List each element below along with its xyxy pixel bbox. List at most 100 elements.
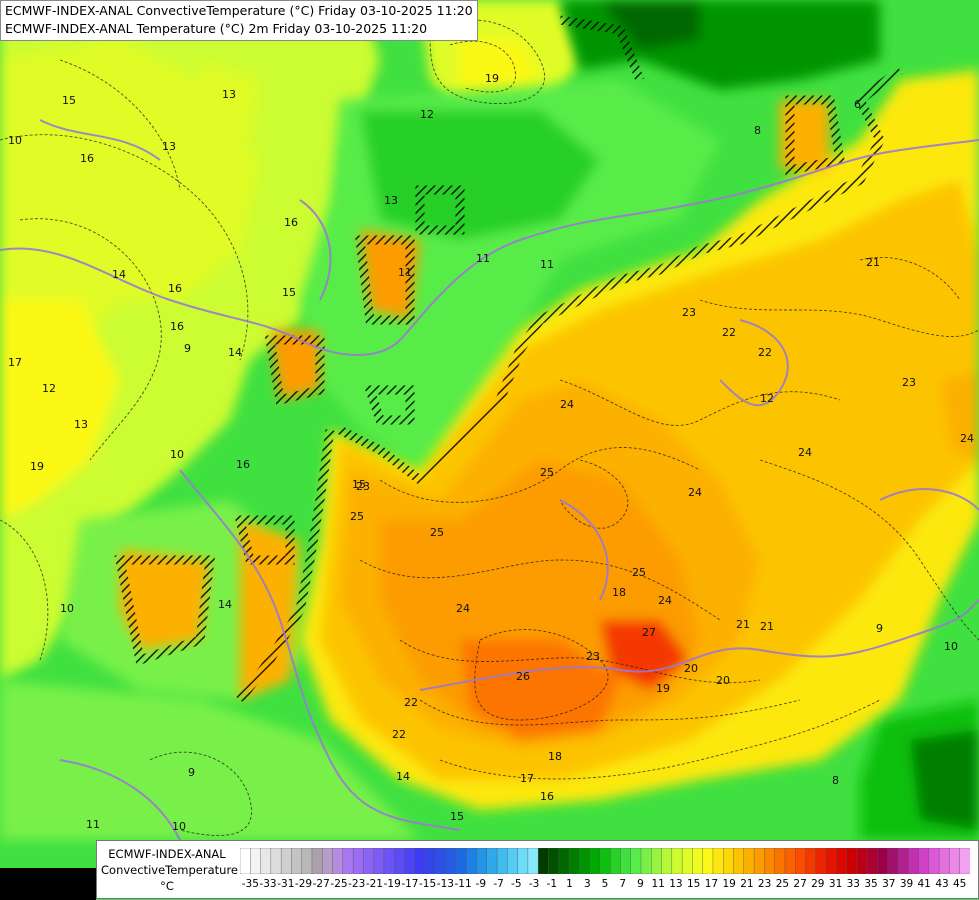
legend-swatch [373, 848, 385, 874]
legend-tick-label: -31 [277, 878, 295, 890]
legend-swatch [291, 848, 303, 874]
legend-tick-label: 43 [935, 878, 949, 890]
contour-label: 22 [392, 728, 406, 741]
contour-label: 13 [384, 194, 398, 207]
contour-label: 9 [876, 622, 883, 635]
legend-tick-label: -25 [330, 878, 348, 890]
contour-label: 8 [754, 124, 761, 137]
legend-swatch [548, 848, 560, 874]
legend-swatch [455, 848, 467, 874]
contour-label: 25 [430, 526, 444, 539]
contour-label: 10 [944, 640, 958, 653]
legend-tick-label: 3 [583, 878, 591, 890]
legend-swatch [743, 848, 755, 874]
legend-swatch [486, 848, 498, 874]
legend-tick-label: -27 [312, 878, 330, 890]
legend-tick-label: -11 [454, 878, 472, 890]
legend-swatch [938, 848, 951, 874]
contour-label: 24 [456, 602, 470, 615]
legend-swatch [764, 848, 776, 874]
contour-label: 20 [684, 662, 698, 675]
legend-swatch [363, 848, 375, 874]
contour-label: 15 [450, 810, 464, 823]
legend-swatch [795, 848, 807, 874]
legend-swatch [692, 848, 704, 874]
legend-tick-label: -33 [259, 878, 277, 890]
contour-label: 21 [760, 620, 774, 633]
contour-label: 21 [866, 256, 880, 269]
legend-tick-label: 9 [637, 878, 644, 890]
legend-swatch [589, 848, 601, 874]
legend-swatch [949, 848, 961, 874]
legend-tick-label: 37 [882, 878, 896, 890]
contour-label: 17 [8, 356, 22, 369]
legend-swatch [322, 848, 334, 874]
convective-temperature-map[interactable]: 19 13 15 16 14 12 11 16 15 13 14 16 17 1… [0, 0, 979, 900]
contour-label: 16 [540, 790, 554, 803]
legend-tick-label: -19 [383, 878, 401, 890]
legend-swatch [250, 848, 262, 874]
legend-swatch [311, 848, 323, 874]
legend-swatch [465, 848, 478, 874]
contour-label: 22 [758, 346, 772, 359]
contour-label: 10 [8, 134, 22, 147]
legend-swatch [815, 848, 827, 874]
legend-swatch [908, 848, 920, 874]
title-convective-temperature: ECMWF-INDEX-ANAL ConvectiveTemperature (… [5, 3, 473, 18]
legend-swatch [681, 848, 694, 874]
legend-title: ECMWF-INDEX-ANAL ConvectiveTemperature °… [101, 846, 238, 894]
legend-swatch [352, 848, 365, 874]
legend-swatch [558, 848, 570, 874]
contour-label: 24 [560, 398, 574, 411]
legend-tick-label: 11 [651, 878, 665, 890]
contour-label: 16 [284, 216, 298, 229]
legend-tick-label: 7 [619, 878, 627, 890]
legend-swatch [609, 848, 622, 874]
legend-tick-label: -1 [546, 878, 558, 890]
legend-tick-label: -3 [528, 878, 540, 890]
contour-label: 27 [642, 626, 656, 639]
legend-tick-label: -13 [436, 878, 454, 890]
contour-label: 25 [350, 510, 364, 523]
legend-swatch [877, 848, 889, 874]
contour-label: 15 [62, 94, 76, 107]
legend-swatch [507, 848, 519, 874]
legend-tick-label: -21 [365, 878, 383, 890]
legend-swatch [661, 848, 673, 874]
contour-label: 16 [80, 152, 94, 165]
legend-swatch [856, 848, 868, 874]
legend-swatch [270, 848, 282, 874]
contour-label: 10 [170, 448, 184, 461]
legend-swatch [712, 848, 724, 874]
contour-label: 16 [236, 458, 250, 471]
contour-label: 18 [548, 750, 562, 763]
legend-model: ECMWF-INDEX-ANAL [108, 847, 226, 861]
contour-label: 12 [420, 108, 434, 121]
legend-swatch [579, 848, 591, 874]
legend-swatch [383, 848, 395, 874]
legend-tick-label: -9 [475, 878, 487, 890]
legend-swatch [825, 848, 838, 874]
title-temperature-2m: ECMWF-INDEX-ANAL Temperature (°C) 2m Fri… [5, 21, 428, 36]
contour-label: 16 [170, 320, 184, 333]
contour-label: 17 [520, 772, 534, 785]
legend-tick-label: 1 [566, 878, 573, 890]
contour-label: 13 [74, 418, 88, 431]
contour-label: 13 [222, 88, 236, 101]
legend-swatch [887, 848, 899, 874]
contour-label: 18 [612, 586, 626, 599]
legend-tick-label: 31 [828, 878, 843, 890]
contour-label: 15 [282, 286, 296, 299]
contour-label: 19 [485, 72, 499, 85]
legend-swatch [424, 848, 437, 874]
no-data-strip [0, 868, 96, 900]
legend-tick-label: 35 [864, 878, 878, 890]
legend-swatch [784, 848, 796, 874]
legend-swatch [651, 848, 663, 874]
contour-label: 24 [960, 432, 974, 445]
contour-label: 15 [352, 478, 366, 491]
legend-tick-label: 15 [687, 878, 701, 890]
legend-swatch [537, 848, 550, 874]
legend-swatch [435, 848, 447, 874]
legend-tick-label: 25 [775, 878, 790, 890]
